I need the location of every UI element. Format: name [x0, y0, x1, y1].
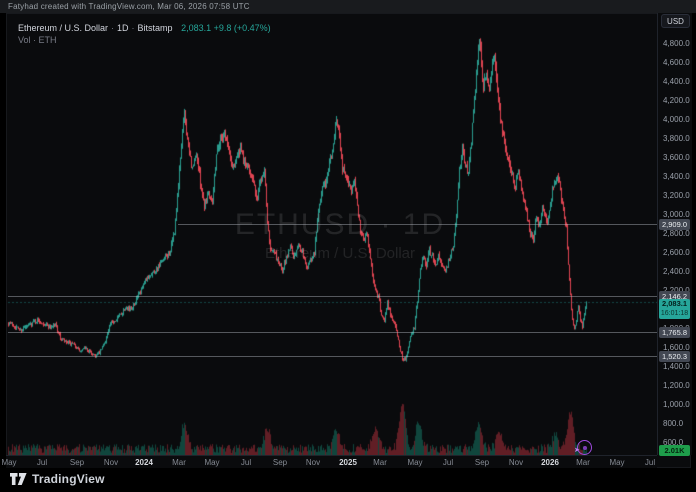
time-tick-label: Sep	[475, 458, 489, 467]
time-tick-label: Jul	[241, 458, 251, 467]
price-tick-label: 4,600.0	[663, 58, 690, 68]
price-tick-label: 3,600.0	[663, 153, 690, 163]
tradingview-logo-icon	[10, 473, 27, 486]
price-tick-label: 3,400.0	[663, 172, 690, 182]
tradingview-brand-text: TradingView	[32, 472, 105, 486]
price-tick-label: 4,200.0	[663, 96, 690, 106]
horizontal-level-line[interactable]	[8, 296, 657, 297]
level-price-label: 2,909.0	[659, 219, 690, 230]
legend-interval[interactable]: 1D	[117, 23, 129, 33]
legend-change: +9.8 (+0.47%)	[214, 23, 271, 33]
current-price-value: 2,083.1	[659, 299, 690, 309]
price-scale[interactable]: 4,800.0 4,600.0 4,400.0 4,200.0 4,000.0 3,800…	[657, 13, 692, 455]
time-tick-label: Mar	[172, 458, 186, 467]
current-price-label: 2,083.116:01:18	[659, 299, 690, 319]
price-tick-label: 3,200.0	[663, 191, 690, 201]
time-tick-label: Sep	[273, 458, 287, 467]
bar-countdown: 16:01:18	[659, 309, 690, 319]
price-tick-label: 3,800.0	[663, 134, 690, 144]
time-tick-label: May	[609, 458, 624, 467]
time-tick-label: May	[204, 458, 219, 467]
horizontal-level-line[interactable]	[8, 332, 657, 333]
attribution-text: Fatyhad created with TradingView.com, Ma…	[8, 2, 250, 11]
time-tick-label: May	[1, 458, 16, 467]
volume-value-label: 2.01K	[659, 445, 690, 456]
legend-symbol-title[interactable]: Ethereum / U.S. Dollar	[18, 23, 108, 33]
level-price-label: 1,520.3	[659, 351, 690, 362]
click-indicator-dot	[583, 446, 587, 450]
time-tick-label: Nov	[306, 458, 320, 467]
time-tick-label: 2024	[135, 458, 153, 467]
time-tick-label: 2026	[541, 458, 559, 467]
time-tick-label: May	[407, 458, 422, 467]
cursor-arrow-icon: ➤	[574, 447, 580, 454]
legend-separator-1: ·	[111, 23, 114, 33]
click-indicator-icon: ➤	[577, 440, 592, 455]
legend-last-price: 2,083.1	[181, 23, 211, 33]
chart-legend[interactable]: Ethereum / U.S. Dollar·1D·Bitstamp 2,083…	[18, 22, 271, 46]
price-tick-label: 2,600.0	[663, 248, 690, 258]
time-tick-label: Jul	[443, 458, 453, 467]
candlestick-chart-canvas[interactable]	[7, 12, 657, 455]
price-tick-label: 1,200.0	[663, 381, 690, 391]
time-tick-label: Sep	[70, 458, 84, 467]
time-tick-label: Nov	[104, 458, 118, 467]
currency-button[interactable]: USD	[661, 14, 690, 28]
horizontal-level-line[interactable]	[8, 356, 657, 357]
tradingview-brand[interactable]: TradingView	[10, 472, 105, 486]
price-tick-label: 1,400.0	[663, 362, 690, 372]
legend-volume-row[interactable]: Vol · ETH	[18, 34, 271, 46]
price-tick-label: 2,400.0	[663, 267, 690, 277]
legend-values: 2,083.1 +9.8 (+0.47%)	[181, 23, 271, 33]
time-tick-label: Mar	[373, 458, 387, 467]
price-tick-label: 1,000.0	[663, 400, 690, 410]
legend-separator-2: ·	[132, 23, 135, 33]
time-tick-label: Nov	[509, 458, 523, 467]
price-tick-label: 4,000.0	[663, 115, 690, 125]
time-tick-label: Jul	[645, 458, 655, 467]
time-scale[interactable]: May Jul Sep Nov 2024 Mar May Jul Sep Nov 2025 Mar Ma…	[6, 455, 657, 469]
time-tick-label: Jul	[37, 458, 47, 467]
price-tick-label: 4,800.0	[663, 39, 690, 49]
time-tick-label: 2025	[339, 458, 357, 467]
footer-bar: TradingView	[0, 468, 696, 492]
horizontal-level-line[interactable]	[178, 224, 657, 225]
price-tick-label: 2,800.0	[663, 229, 690, 239]
price-tick-label: 800.0	[663, 419, 683, 429]
legend-volume-label[interactable]: Vol · ETH	[18, 35, 57, 45]
level-price-label: 1,765.8	[659, 327, 690, 338]
time-tick-label: Mar	[576, 458, 590, 467]
legend-symbol-row[interactable]: Ethereum / U.S. Dollar·1D·Bitstamp 2,083…	[18, 22, 271, 34]
price-tick-label: 4,400.0	[663, 77, 690, 87]
tradingview-chart-screenshot: Fatyhad created with TradingView.com, Ma…	[0, 0, 696, 492]
legend-exchange[interactable]: Bitstamp	[138, 23, 173, 33]
